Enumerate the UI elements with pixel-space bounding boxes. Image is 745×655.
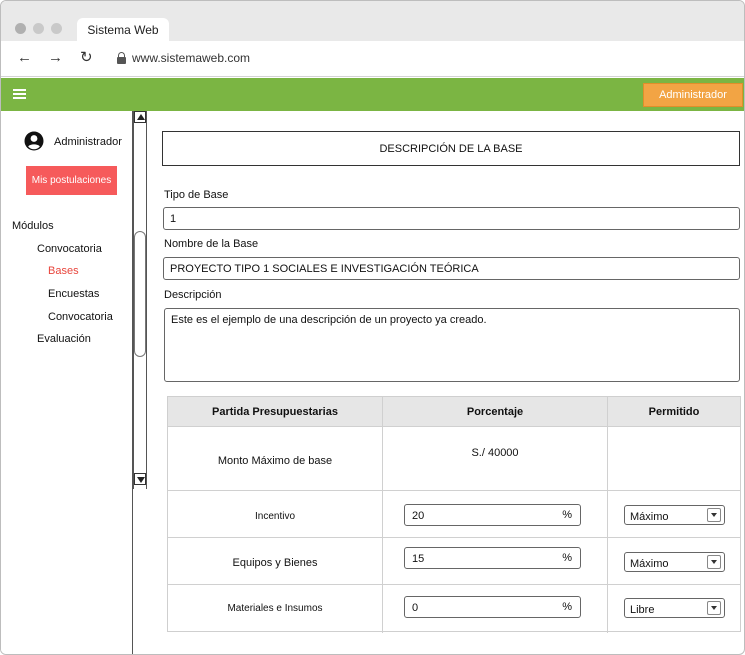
url-field[interactable]: www.sistemaweb.com <box>132 51 250 65</box>
address-bar: ← → ↻ www.sistemaweb.com <box>1 41 744 77</box>
minimize-window-button[interactable] <box>33 23 44 34</box>
sidebar-item-convocatoria-sub[interactable]: Convocatoria <box>48 311 113 323</box>
column-divider <box>382 397 383 633</box>
chevron-down-icon[interactable] <box>707 601 721 615</box>
incentivo-permitido-select[interactable]: Máximo <box>624 505 725 525</box>
user-avatar-icon <box>24 131 44 151</box>
monto-maximo-label: Monto Máximo de base <box>217 455 333 467</box>
percentage-value: 0 <box>412 602 419 614</box>
partida-materiales-label: Materiales e Insumos <box>227 603 323 614</box>
partida-incentivo-label: Incentivo <box>254 511 296 522</box>
administrador-button[interactable]: Administrador <box>643 83 743 107</box>
hamburger-menu-icon[interactable] <box>13 89 26 99</box>
percentage-value: 15 <box>412 553 425 565</box>
scroll-up-arrow-icon[interactable] <box>134 111 146 123</box>
descripcion-textarea[interactable]: Este es el ejemplo de una descripción de… <box>164 308 740 382</box>
percent-symbol: % <box>562 552 572 564</box>
app-header: Administrador <box>1 78 744 111</box>
forward-arrow-icon[interactable]: → <box>48 50 63 66</box>
tipo-base-input[interactable]: 1 <box>163 207 740 230</box>
sidebar-username: Administrador <box>54 136 122 148</box>
descripcion-label: Descripción <box>164 289 222 301</box>
percentage-value: 20 <box>412 510 425 522</box>
chevron-down-icon[interactable] <box>707 555 721 569</box>
back-arrow-icon[interactable]: ← <box>17 50 32 66</box>
tab-bar: Sistema Web <box>1 1 744 41</box>
percent-symbol: % <box>562 601 572 613</box>
equipos-percentage-input[interactable]: 15 % <box>404 547 581 569</box>
select-value: Libre <box>630 604 655 616</box>
sidebar-item-bases[interactable]: Bases <box>48 265 79 277</box>
row-divider <box>168 584 740 585</box>
sidebar-item-convocatoria[interactable]: Convocatoria <box>37 243 102 255</box>
page-title: DESCRIPCIÓN DE LA BASE <box>162 131 740 166</box>
row-divider <box>168 537 740 538</box>
select-value: Máximo <box>630 558 669 570</box>
browser-window: Sistema Web ← → ↻ www.sistemaweb.com Adm… <box>0 0 745 655</box>
chevron-down-icon[interactable] <box>707 508 721 522</box>
tipo-base-label: Tipo de Base <box>164 189 229 201</box>
lock-icon <box>117 52 126 64</box>
sidebar-section-modulos: Módulos <box>12 220 54 232</box>
incentivo-percentage-input[interactable]: 20 % <box>404 504 581 526</box>
sidebar-item-encuestas[interactable]: Encuestas <box>48 288 99 300</box>
materiales-permitido-select[interactable]: Libre <box>624 598 725 618</box>
scrollbar-thumb[interactable] <box>134 231 146 357</box>
percent-symbol: % <box>562 509 572 521</box>
column-divider <box>607 397 608 633</box>
reload-icon[interactable]: ↻ <box>80 50 93 66</box>
partida-equipos-label: Equipos y Bienes <box>232 557 318 569</box>
materiales-percentage-input[interactable]: 0 % <box>404 596 581 618</box>
column-header-porcentaje: Porcentaje <box>383 397 607 426</box>
sidebar-scrollbar[interactable] <box>133 111 147 489</box>
sidebar: Administrador Mis postulaciones Módulos … <box>1 111 133 654</box>
window-controls <box>15 23 62 34</box>
sidebar-item-evaluacion[interactable]: Evaluación <box>37 333 91 345</box>
budget-table: Partida Presupuestarias Porcentaje Permi… <box>167 396 741 633</box>
close-window-button[interactable] <box>15 23 26 34</box>
equipos-permitido-select[interactable]: Máximo <box>624 552 725 572</box>
row-divider <box>168 426 740 427</box>
select-value: Máximo <box>630 511 669 523</box>
column-header-partida: Partida Presupuestarias <box>168 397 382 426</box>
maximize-window-button[interactable] <box>51 23 62 34</box>
mis-postulaciones-button[interactable]: Mis postulaciones <box>26 166 117 195</box>
browser-tab[interactable]: Sistema Web <box>77 18 169 41</box>
row-divider <box>168 490 740 491</box>
nombre-base-input[interactable]: PROYECTO TIPO 1 SOCIALES E INVESTIGACIÓN… <box>163 257 740 280</box>
monto-maximo-value: S./ 40000 <box>471 447 519 459</box>
nombre-base-label: Nombre de la Base <box>164 238 259 250</box>
column-header-permitido: Permitido <box>608 397 740 426</box>
scroll-down-arrow-icon[interactable] <box>134 473 146 485</box>
